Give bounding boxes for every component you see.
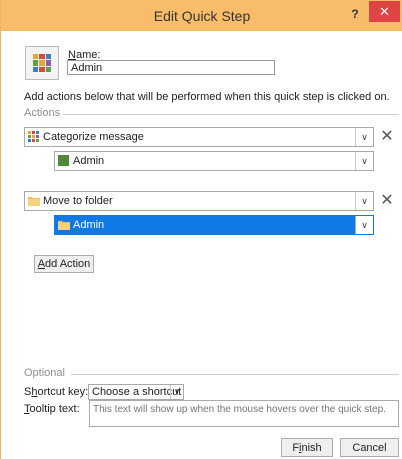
chevron-down-icon[interactable]: ∨	[355, 216, 373, 234]
shortcut-key-label: Shortcut key:	[24, 386, 89, 398]
action-1-option-select[interactable]: Admin ∨	[54, 151, 374, 171]
folder-icon	[58, 219, 70, 231]
optional-divider	[71, 374, 399, 375]
folder-icon	[28, 195, 40, 207]
chevron-down-icon[interactable]: ∨	[170, 385, 183, 399]
finish-button[interactable]: Finish	[281, 438, 333, 457]
cancel-button[interactable]: Cancel	[340, 438, 399, 457]
action-1-option-label: Admin	[73, 155, 105, 167]
add-action-button[interactable]: Add Action	[34, 255, 94, 273]
categorize-icon	[28, 131, 40, 143]
optional-section-label: Optional	[24, 367, 65, 379]
instruction-text: Add actions below that will be performed…	[24, 91, 390, 103]
chevron-down-icon[interactable]: ∨	[355, 152, 373, 170]
edit-quick-step-dialog: Edit Quick Step ? ✕ Name: Add actions be…	[0, 0, 402, 459]
remove-action-1-button[interactable]: ✕	[379, 129, 395, 145]
action-1-label: Categorize message	[43, 131, 144, 143]
actions-section-label: Actions	[24, 107, 61, 119]
action-1-select[interactable]: Categorize message ∨	[24, 127, 374, 147]
action-2-option-select[interactable]: Admin ∨	[54, 215, 374, 235]
shortcut-key-select[interactable]: Choose a shortcut ∨	[88, 384, 184, 400]
dialog-title: Edit Quick Step	[153, 8, 251, 24]
chevron-down-icon[interactable]: ∨	[355, 192, 373, 210]
action-2-option-label: Admin	[73, 219, 105, 231]
chevron-down-icon[interactable]: ∨	[355, 128, 373, 146]
close-button[interactable]: ✕	[369, 1, 400, 22]
tooltip-text-label: Tooltip text:	[24, 403, 80, 415]
actions-divider	[63, 114, 399, 115]
shortcut-key-value: Choose a shortcut	[92, 386, 182, 398]
name-input[interactable]	[67, 60, 275, 75]
tooltip-text-input[interactable]	[89, 400, 399, 427]
quick-step-icon-button[interactable]	[25, 46, 59, 80]
help-button[interactable]: ?	[347, 6, 363, 22]
remove-action-2-button[interactable]: ✕	[379, 193, 395, 209]
action-2-label: Move to folder	[43, 195, 113, 207]
action-2-select[interactable]: Move to folder ∨	[24, 191, 374, 211]
title-bar: Edit Quick Step ? ✕	[1, 0, 402, 31]
category-color-icon	[58, 155, 69, 166]
quick-step-grid-icon	[33, 54, 51, 72]
